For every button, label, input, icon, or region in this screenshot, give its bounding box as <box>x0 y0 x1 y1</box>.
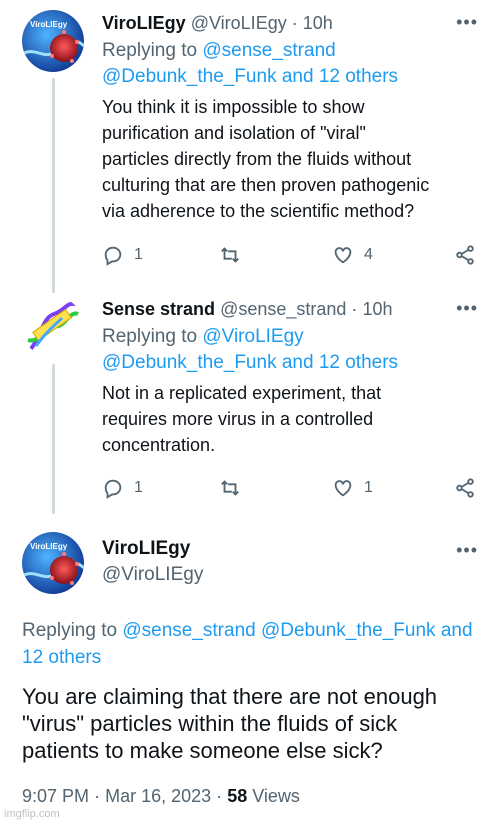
avatar-viroliegy[interactable]: ViroLIEgy <box>22 10 84 72</box>
views-label: Views <box>252 786 300 806</box>
tweet-text-line: culturing that are then proven pathogeni… <box>102 175 430 195</box>
like-count: 4 <box>364 246 373 263</box>
avatar-viroliegy[interactable]: ViroLIEgy <box>22 532 84 594</box>
avatar-image: ViroLIEgy <box>22 10 84 72</box>
tweet-meta: 9:07 PM · Mar 16, 2023 · 58 Views <box>22 786 300 807</box>
tweet-text-line: You are claiming that there are not enou… <box>22 684 438 709</box>
action-bar: 1 1 <box>102 476 480 500</box>
share-button[interactable] <box>454 243 476 267</box>
watermark: imgflip.com <box>4 808 60 820</box>
action-bar: 1 4 <box>102 243 480 267</box>
more-options-icon[interactable]: ••• <box>456 540 478 561</box>
tweet-text: You are claiming that there are not enou… <box>22 683 482 764</box>
tweet-2: Sense strand @sense_strand · 10h ••• Rep… <box>0 286 500 516</box>
thread-line <box>52 78 55 293</box>
share-button[interactable] <box>454 476 476 500</box>
mention-link[interactable]: @sense_strand <box>202 40 335 61</box>
more-options-icon[interactable]: ••• <box>456 12 478 33</box>
tweet-header: ViroLIEgy @ViroLIEgy · 10h <box>102 12 333 34</box>
share-icon <box>456 245 474 265</box>
retweet-button[interactable] <box>219 476 251 500</box>
reply-count: 1 <box>134 246 143 263</box>
replying-prefix: Replying to <box>102 326 198 347</box>
avatar-logo-text: ViroLIEgy <box>30 542 68 551</box>
reply-icon <box>104 479 122 499</box>
tweet-text-line: You think it is impossible to show <box>102 97 365 117</box>
tweet-text-line: patients to make someone else sick? <box>22 738 383 763</box>
reply-button[interactable]: 1 <box>102 243 143 267</box>
replying-prefix: Replying to <box>102 40 198 61</box>
replying-to: Replying to @ViroLIEgy @Debunk_the_Funk … <box>102 324 398 376</box>
timestamp[interactable]: 10h <box>362 299 392 319</box>
separator-dot: · <box>351 299 358 319</box>
retweet-icon <box>221 247 239 263</box>
tweet-text-line: purification and isolation of "viral" <box>102 123 366 143</box>
replying-to: Replying to @sense_strand @Debunk_the_Fu… <box>22 617 482 671</box>
tweet-text-line: Not in a replicated experiment, that <box>102 383 382 403</box>
mention-others-link[interactable]: 12 others <box>22 644 482 671</box>
tweet-text-line: concentration. <box>102 435 216 455</box>
retweet-icon <box>221 480 239 496</box>
display-name[interactable]: ViroLIEgy <box>102 538 190 560</box>
avatar-sense-strand[interactable] <box>22 296 84 358</box>
heart-icon <box>334 480 352 497</box>
display-name[interactable]: ViroLIEgy <box>102 13 186 33</box>
share-icon <box>456 478 474 498</box>
reply-button[interactable]: 1 <box>102 476 143 500</box>
separator-dot: · <box>291 13 298 33</box>
more-options-icon[interactable]: ••• <box>456 298 478 319</box>
tweet-text-line: particles directly from the fluids witho… <box>102 149 412 169</box>
tweet-time[interactable]: 9:07 PM <box>22 786 89 806</box>
handle[interactable]: @ViroLIEgy <box>102 564 203 586</box>
separator-dot: · <box>216 786 223 806</box>
mention-others-link[interactable]: @Debunk_the_Funk and 12 others <box>102 350 398 376</box>
mention-others-link[interactable]: @Debunk_the_Funk and 12 others <box>102 64 398 90</box>
reply-icon <box>104 246 122 266</box>
like-button[interactable]: 4 <box>332 243 373 267</box>
display-name[interactable]: Sense strand <box>102 299 215 319</box>
thread-line <box>52 364 55 514</box>
avatar-image: ViroLIEgy <box>22 532 84 594</box>
replying-prefix: Replying to <box>22 620 118 641</box>
mention-links[interactable]: @sense_strand @Debunk_the_Funk and <box>122 620 472 641</box>
like-button[interactable]: 1 <box>332 476 373 500</box>
mention-link[interactable]: @ViroLIEgy <box>202 326 303 347</box>
handle[interactable]: @ViroLIEgy <box>191 13 287 33</box>
handle[interactable]: @sense_strand <box>220 299 346 319</box>
like-count: 1 <box>364 479 373 496</box>
retweet-button[interactable] <box>219 243 251 267</box>
tweet-header: Sense strand @sense_strand · 10h <box>102 298 392 320</box>
avatar-image <box>27 301 79 352</box>
tweet-text-line: "virus" particles within the fluids of s… <box>22 711 398 736</box>
tweet-date[interactable]: Mar 16, 2023 <box>105 786 211 806</box>
avatar-logo-text: ViroLIEgy <box>30 20 68 29</box>
tweet-text-line: requires more virus in a controlled <box>102 409 374 429</box>
reply-count: 1 <box>134 479 143 496</box>
timestamp[interactable]: 10h <box>303 13 333 33</box>
tweet-text: You think it is impossible to show purif… <box>102 94 477 224</box>
views-count: 58 <box>227 786 248 806</box>
tweet-text: Not in a replicated experiment, that req… <box>102 380 477 458</box>
separator-dot: · <box>94 786 101 806</box>
tweet-text-line: via adherence to the scientific method? <box>102 201 415 221</box>
replying-to: Replying to @sense_strand @Debunk_the_Fu… <box>102 38 398 90</box>
heart-icon <box>334 247 352 264</box>
tweet-1: ViroLIEgy ViroLIEgy @ViroLIEgy · 10h •••… <box>0 0 500 293</box>
